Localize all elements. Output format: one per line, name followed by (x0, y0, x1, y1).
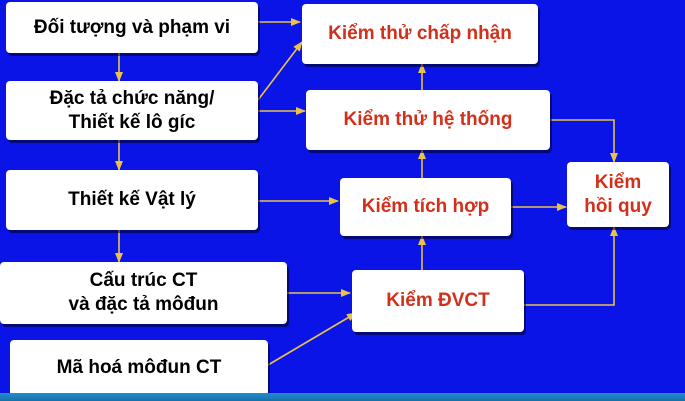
box-structure: Cấu trúc CT và đặc tả môđun (0, 262, 287, 324)
box-scope-label: Đối tượng và phạm vi (33, 16, 231, 38)
box-unit-test: Kiểm ĐVCT (352, 270, 524, 332)
arrow-system-to-regress (550, 119, 618, 163)
box-coding: Mã hoá môđun CT (10, 340, 268, 396)
box-acceptance-test: Kiểm thử chấp nhận (302, 4, 538, 64)
box-regression-test-label: Kiểm hồi quy (584, 171, 652, 217)
box-acceptance-test-label: Kiểm thử chấp nhận (328, 23, 512, 45)
box-system-test: Kiểm thử hệ thống (306, 90, 550, 150)
box-integration-test-label: Kiểm tích hợp (361, 196, 490, 218)
box-spec: Đặc tả chức năng/ Thiết kế lô gíc (6, 81, 258, 140)
box-physical-design-label: Thiết kế Vật lý (68, 189, 196, 211)
box-spec-label: Đặc tả chức năng/ Thiết kế lô gíc (49, 87, 215, 133)
box-scope: Đối tượng và phạm vi (6, 2, 258, 53)
box-physical-design: Thiết kế Vật lý (6, 170, 258, 230)
arrow-spec-to-accept (257, 41, 303, 101)
box-unit-test-label: Kiểm ĐVCT (386, 290, 490, 312)
box-regression-test: Kiểm hồi quy (567, 162, 669, 227)
box-structure-label: Cấu trúc CT và đặc tả môđun (68, 270, 219, 315)
box-coding-label: Mã hoá môđun CT (56, 357, 222, 379)
box-integration-test: Kiểm tích hợp (340, 178, 511, 236)
box-system-test-label: Kiểm thử hệ thống (343, 109, 513, 131)
arrow-unit-to-regress (524, 226, 618, 306)
bottom-strip (0, 393, 685, 401)
